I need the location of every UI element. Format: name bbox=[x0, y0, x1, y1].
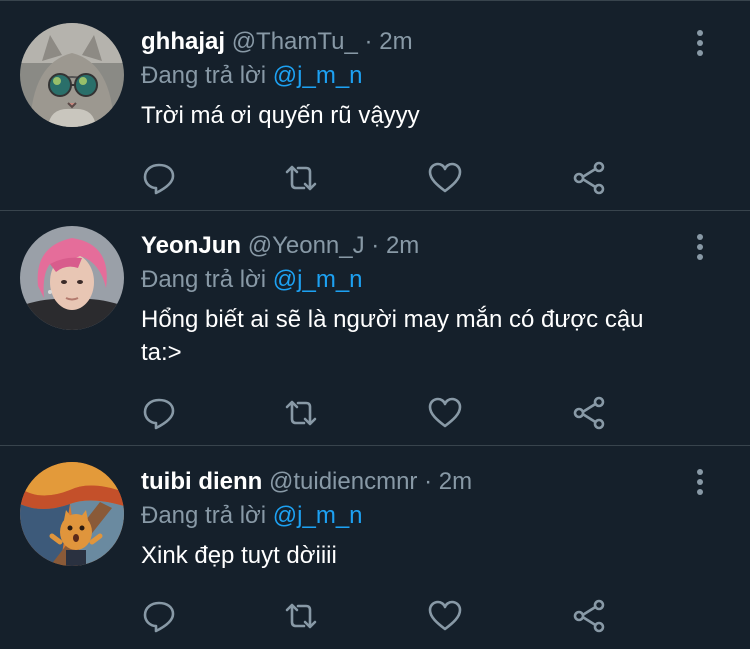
retweet-icon bbox=[285, 603, 317, 629]
share-button[interactable] bbox=[571, 598, 607, 634]
reply-context: Đang trả lời @j_m_n bbox=[141, 501, 690, 531]
mention-link[interactable]: @j_m_n bbox=[273, 62, 363, 89]
tweet-header: tuibi dienn @tuidiencmnr · 2m bbox=[141, 467, 690, 497]
tweet-2[interactable]: YeonJun @Yeonn_J · 2m Đang trả lời @j_m_… bbox=[0, 211, 750, 446]
tweet-actions bbox=[141, 395, 621, 431]
reply-button[interactable] bbox=[141, 395, 177, 431]
more-vertical-icon bbox=[697, 30, 703, 56]
like-button[interactable] bbox=[427, 598, 463, 634]
mention-link[interactable]: @j_m_n bbox=[273, 266, 363, 293]
like-button[interactable] bbox=[427, 160, 463, 196]
reply-prefix: Đang trả lời bbox=[141, 62, 267, 89]
share-icon bbox=[573, 161, 605, 195]
more-vertical-icon bbox=[697, 234, 703, 260]
reply-icon bbox=[143, 163, 175, 195]
mention-link[interactable]: @j_m_n bbox=[273, 502, 363, 529]
reply-button[interactable] bbox=[141, 160, 177, 196]
display-name[interactable]: ghhajaj bbox=[141, 28, 225, 55]
tweet-header: YeonJun @Yeonn_J · 2m bbox=[141, 231, 690, 261]
cat-sunglasses-avatar-icon bbox=[20, 23, 124, 127]
separator: · bbox=[371, 232, 380, 259]
reply-context: Đang trả lời @j_m_n bbox=[141, 61, 690, 91]
timestamp[interactable]: 2m bbox=[386, 232, 419, 259]
more-options-button[interactable] bbox=[696, 233, 704, 261]
display-name[interactable]: YeonJun bbox=[141, 232, 241, 259]
retweet-icon bbox=[285, 165, 317, 191]
reply-button[interactable] bbox=[141, 598, 177, 634]
username[interactable]: @Yeonn_J bbox=[248, 232, 365, 259]
tweet-text: Hổng biết ai sẽ là người may mắn có được… bbox=[141, 306, 644, 366]
reply-context: Đang trả lời @j_m_n bbox=[141, 265, 690, 295]
retweet-icon bbox=[285, 400, 317, 426]
tweet-3[interactable]: tuibi dienn @tuidiencmnr · 2m Đang trả l… bbox=[0, 446, 750, 649]
like-icon bbox=[428, 397, 462, 428]
share-icon bbox=[573, 599, 605, 633]
like-icon bbox=[428, 600, 462, 631]
share-button[interactable] bbox=[571, 160, 607, 196]
tweet-text: Trời má ơi quyến rũ vậyyy bbox=[141, 102, 420, 129]
tweet-actions bbox=[141, 160, 621, 196]
more-options-button[interactable] bbox=[696, 29, 704, 57]
tweet-1[interactable]: ghhajaj @ThamTu_ · 2m Đang trả lời @j_m_… bbox=[0, 0, 750, 211]
reply-icon bbox=[143, 398, 175, 430]
avatar[interactable] bbox=[20, 23, 124, 127]
timestamp[interactable]: 2m bbox=[379, 28, 412, 55]
tweet-actions bbox=[141, 598, 621, 634]
retweet-button[interactable] bbox=[283, 395, 319, 431]
display-name[interactable]: tuibi dienn bbox=[141, 468, 262, 495]
retweet-button[interactable] bbox=[283, 598, 319, 634]
separator: · bbox=[364, 28, 373, 55]
reply-icon bbox=[143, 601, 175, 633]
separator: · bbox=[424, 468, 433, 495]
timestamp[interactable]: 2m bbox=[439, 468, 472, 495]
avatar[interactable] bbox=[20, 462, 124, 566]
retweet-button[interactable] bbox=[283, 160, 319, 196]
tweet-header: ghhajaj @ThamTu_ · 2m bbox=[141, 27, 690, 57]
more-options-button[interactable] bbox=[696, 468, 704, 496]
reply-prefix: Đang trả lời bbox=[141, 502, 267, 529]
like-icon bbox=[428, 162, 462, 193]
share-icon bbox=[573, 396, 605, 430]
username[interactable]: @ThamTu_ bbox=[232, 28, 358, 55]
username[interactable]: @tuidiencmnr bbox=[269, 468, 417, 495]
share-button[interactable] bbox=[571, 395, 607, 431]
more-vertical-icon bbox=[697, 469, 703, 495]
reply-prefix: Đang trả lời bbox=[141, 266, 267, 293]
scream-painting-cat-avatar-icon bbox=[20, 462, 124, 566]
avatar[interactable] bbox=[20, 226, 124, 330]
like-button[interactable] bbox=[427, 395, 463, 431]
pink-hair-person-avatar-icon bbox=[20, 226, 124, 330]
tweet-text: Xink đẹp tuyt dờiiii bbox=[141, 542, 337, 569]
